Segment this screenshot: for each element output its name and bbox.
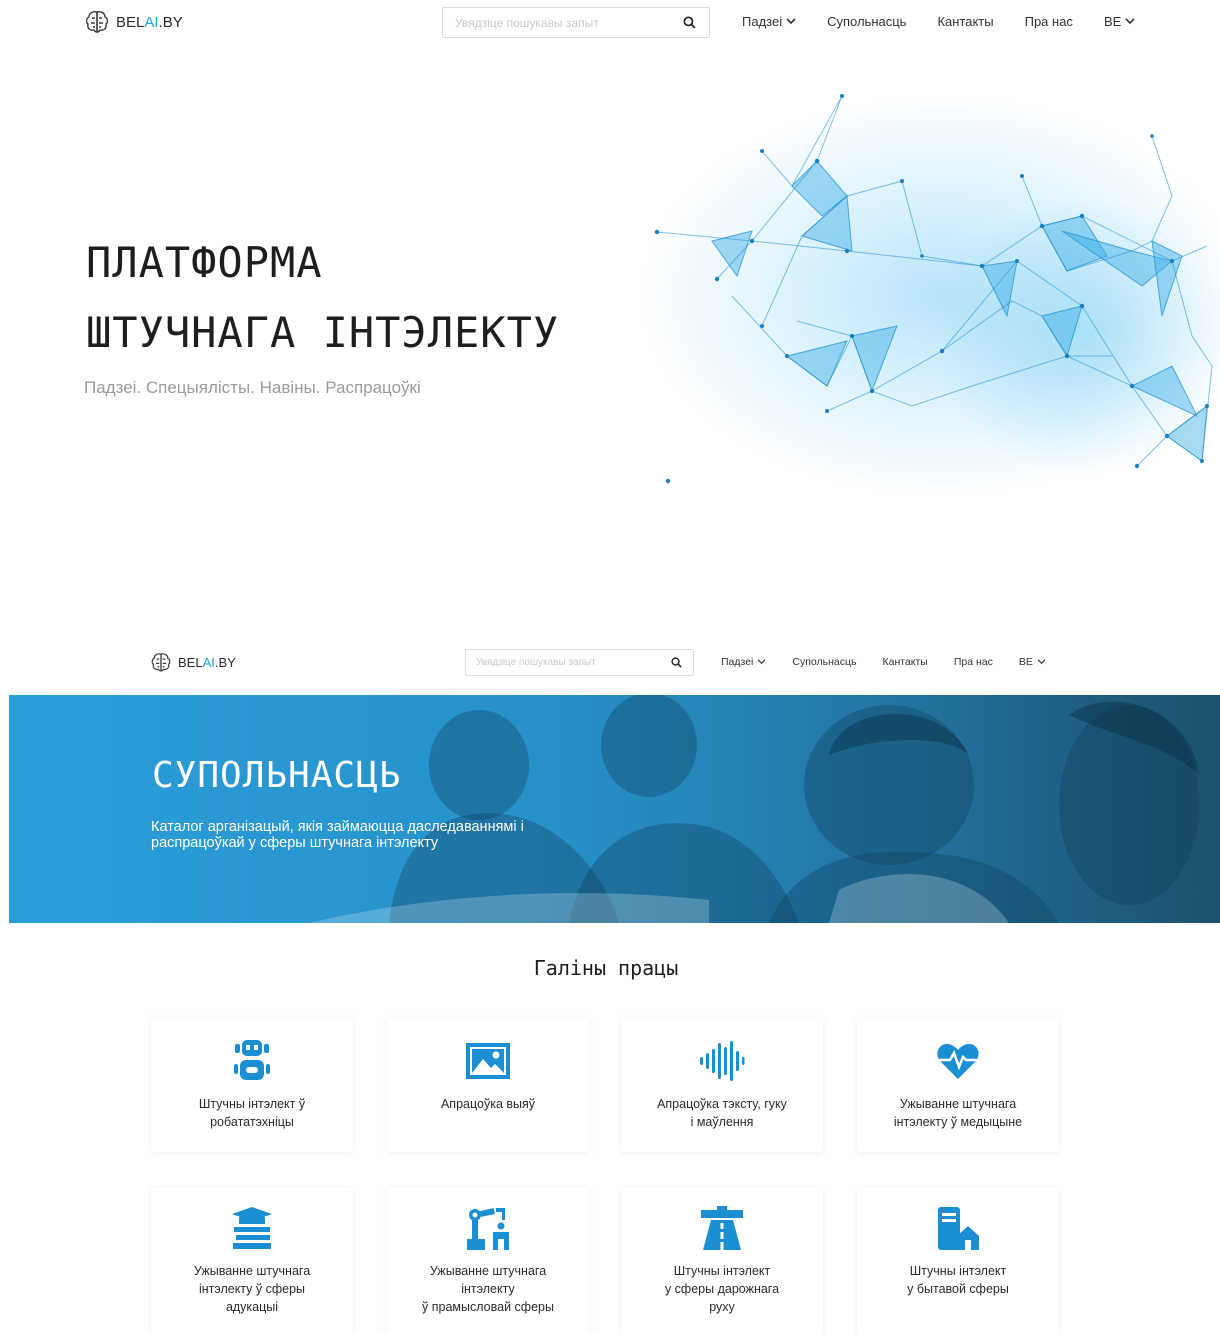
community-page-header: BELAI.BY Падзеі Супольнасць Кантакты Пра… xyxy=(0,644,1220,684)
nav-events-label: Падзеі xyxy=(742,14,783,29)
chevron-down-icon xyxy=(1125,18,1135,25)
industrial-robot-icon xyxy=(463,1204,513,1254)
nav-community[interactable]: Супольнасць xyxy=(792,656,856,668)
logo-text: BELAI.BY xyxy=(178,655,236,670)
image-icon xyxy=(463,1036,513,1086)
search-input[interactable] xyxy=(466,650,659,675)
nav-about[interactable]: Пра нас xyxy=(1025,14,1073,29)
field-card-education[interactable]: Ужыванне штучнага інтэлекту ў сферы адук… xyxy=(151,1188,353,1334)
search-button[interactable] xyxy=(669,8,709,37)
field-card-home[interactable]: Штучны інтэлект у бытавой сферы xyxy=(857,1188,1059,1334)
search-bar xyxy=(442,7,710,38)
nav-contacts[interactable]: Кантакты xyxy=(883,656,928,668)
field-card-label: Апрацоўка выяў xyxy=(440,1097,536,1111)
field-card-label: Апрацоўка тэксту, гуку і маўлення xyxy=(657,1097,787,1129)
language-label: BE xyxy=(1018,656,1033,668)
field-card-image-processing[interactable]: Апрацоўка выяў xyxy=(387,1018,589,1152)
field-card-label: Ужыванне штучнага інтэлекту ў медыцыне xyxy=(893,1097,1023,1129)
search-icon xyxy=(670,657,682,668)
language-label: BE xyxy=(1103,14,1122,29)
field-card-label: Ужыванне штучнага інтэлекту ў сферы адук… xyxy=(193,1264,311,1314)
main-nav: Падзеі Супольнасць Кантакты Пра нас BE xyxy=(721,656,1072,668)
search-icon xyxy=(682,16,696,29)
road-icon xyxy=(697,1204,747,1254)
heartbeat-icon xyxy=(933,1036,983,1086)
community-description: Каталог арганізацый, якія займаюцца дасл… xyxy=(151,819,524,851)
robot-icon xyxy=(227,1036,277,1086)
neural-network-illustration xyxy=(642,94,1220,496)
field-card-industry[interactable]: Ужыванне штучнага інтэлекту ў прамыслова… xyxy=(387,1188,589,1334)
field-card-label: Штучны інтэлект у сферы дарожнага руху xyxy=(664,1264,780,1314)
nav-events[interactable]: Падзеі xyxy=(721,656,766,668)
language-selector[interactable]: BE xyxy=(1019,656,1046,668)
hero-title: ПЛАТФОРМА ШТУЧНАГА ІНТЭЛЕКТУ xyxy=(86,228,559,368)
nav-contacts[interactable]: Кантакты xyxy=(937,14,993,29)
smart-home-icon xyxy=(933,1204,983,1254)
logo-text: BELAI.BY xyxy=(116,13,183,31)
site-logo[interactable]: BELAI.BY xyxy=(150,652,236,673)
field-card-robotics[interactable]: Штучны інтэлект ў робататэхніцы xyxy=(151,1018,353,1152)
language-selector[interactable]: BE xyxy=(1104,14,1135,29)
main-nav: Падзеі Супольнасць Кантакты Пра нас BE xyxy=(742,14,1166,29)
hero-title-line-1: ПЛАТФОРМА xyxy=(86,238,323,287)
search-button[interactable] xyxy=(659,650,693,675)
community-banner: СУПОЛЬНАСЦЬ Каталог арганізацый, якія за… xyxy=(9,695,1220,923)
field-card-medicine[interactable]: Ужыванне штучнага інтэлекту ў медыцыне xyxy=(857,1018,1059,1152)
search-bar xyxy=(465,649,694,676)
brain-icon xyxy=(85,11,109,33)
brain-icon xyxy=(151,653,171,672)
soundwave-icon xyxy=(697,1036,747,1086)
field-card-label: Ужыванне штучнага інтэлекту ў прамыслова… xyxy=(422,1264,554,1314)
banner-background-photo xyxy=(9,695,1220,923)
search-input[interactable] xyxy=(443,8,669,37)
chevron-down-icon xyxy=(758,659,766,665)
chevron-down-icon xyxy=(786,18,796,25)
field-card-text-speech[interactable]: Апрацоўка тэксту, гуку і маўлення xyxy=(621,1018,823,1152)
field-card-label: Штучны інтэлект ў робататэхніцы xyxy=(198,1097,306,1129)
hero-title-line-2: ШТУЧНАГА ІНТЭЛЕКТУ xyxy=(86,308,560,357)
nav-events[interactable]: Падзеі xyxy=(742,14,796,29)
field-card-label: Штучны інтэлект у бытавой сферы xyxy=(907,1264,1009,1296)
nav-about[interactable]: Пра нас xyxy=(954,656,993,668)
nav-events-label: Падзеі xyxy=(721,656,754,668)
site-logo[interactable]: BELAI.BY xyxy=(84,10,183,34)
chevron-down-icon xyxy=(1037,659,1046,665)
hero-subtitle: Падзеі. Спецыялісты. Навіны. Распрацоўкі xyxy=(84,378,421,397)
community-title: СУПОЛЬНАСЦЬ xyxy=(152,755,402,796)
nav-community[interactable]: Супольнасць xyxy=(827,14,906,29)
fields-section-title: Галіны працы xyxy=(533,956,679,980)
education-icon xyxy=(227,1204,277,1254)
field-card-traffic[interactable]: Штучны інтэлект у сферы дарожнага руху xyxy=(621,1188,823,1334)
top-header: BELAI.BY Падзеі Супольнасць Кантакты Пра… xyxy=(0,0,1220,46)
